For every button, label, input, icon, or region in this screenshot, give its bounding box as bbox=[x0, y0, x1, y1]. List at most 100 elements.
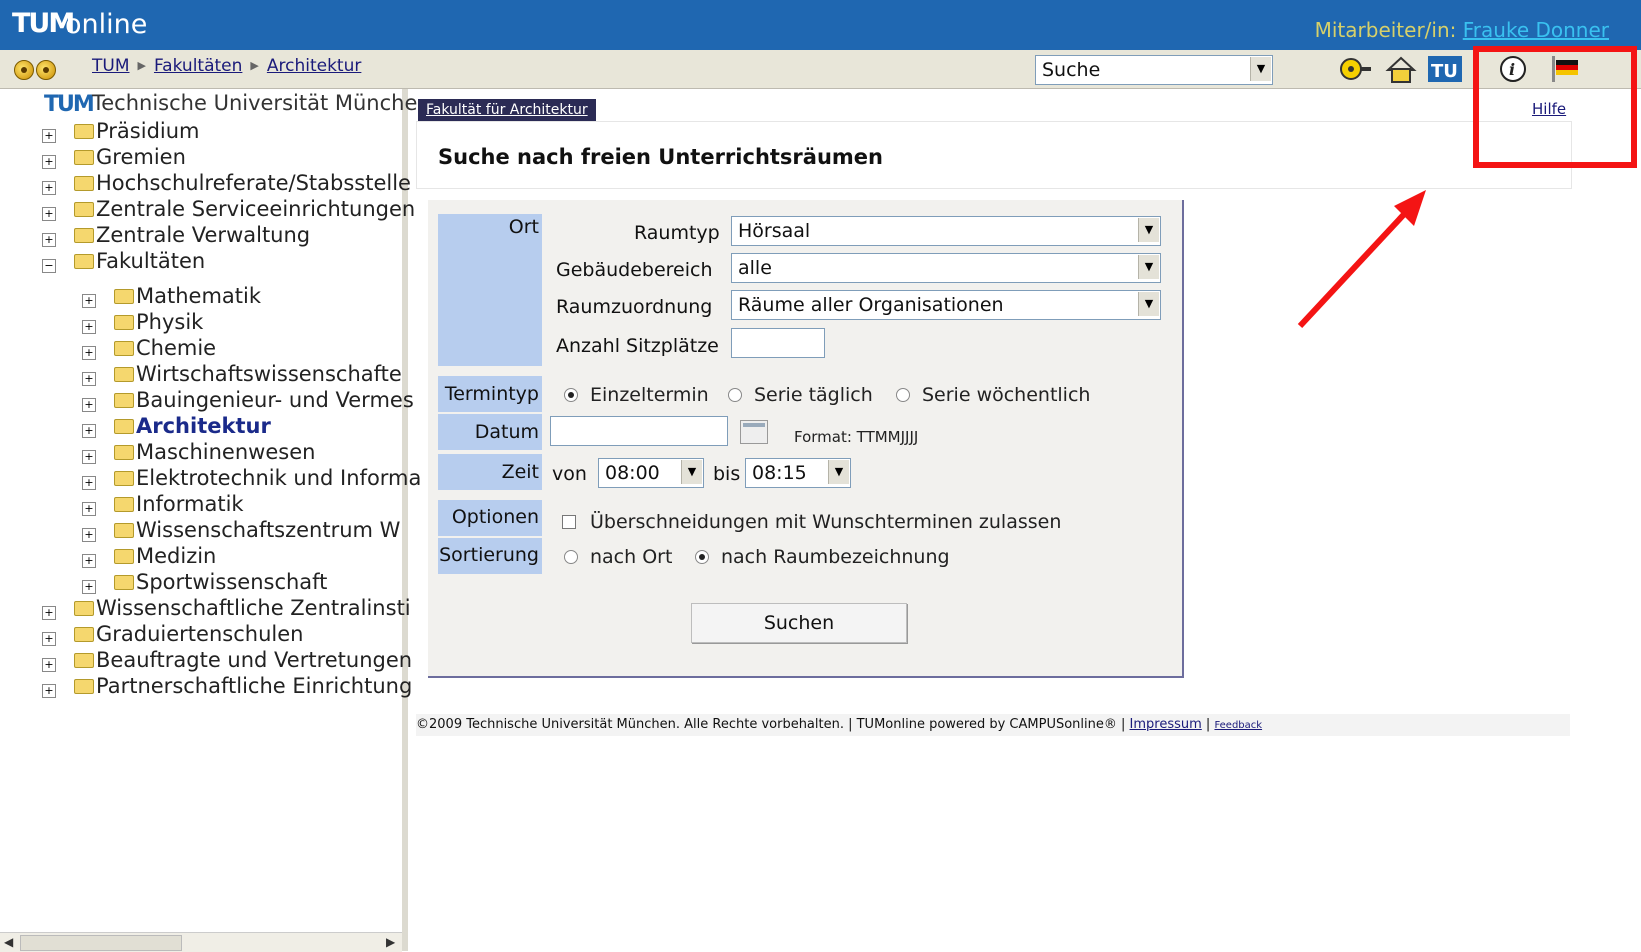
tree-item-partnerschaftliche[interactable]: Partnerschaftliche Einrichtung bbox=[74, 673, 412, 699]
faculty-tab[interactable]: Fakultät für Architektur bbox=[418, 99, 596, 121]
collapse-icon[interactable]: − bbox=[42, 259, 56, 273]
radio-serie-taeglich[interactable]: Serie täglich bbox=[728, 384, 873, 406]
tree-item-physik[interactable]: Physik bbox=[114, 309, 203, 335]
expand-icon[interactable]: + bbox=[42, 181, 56, 195]
breadcrumb-sep-icon: ▶ bbox=[137, 59, 146, 72]
folder-icon bbox=[74, 679, 94, 694]
radio-sort-ort[interactable]: nach Ort bbox=[564, 546, 672, 568]
impressum-link[interactable]: Impressum bbox=[1130, 717, 1202, 732]
expand-icon[interactable]: + bbox=[82, 502, 96, 516]
folder-icon bbox=[114, 289, 134, 304]
expand-icon[interactable]: + bbox=[42, 233, 56, 247]
search-submit-button[interactable]: Suchen bbox=[691, 603, 907, 643]
expand-icon[interactable]: + bbox=[82, 450, 96, 464]
tree-item-zentrale-service[interactable]: Zentrale Serviceeinrichtungen bbox=[74, 196, 415, 222]
chevron-down-icon[interactable]: ▼ bbox=[828, 460, 849, 484]
scrollbar-thumb[interactable] bbox=[20, 935, 182, 951]
expand-icon[interactable]: + bbox=[82, 476, 96, 490]
key-icon[interactable] bbox=[1339, 54, 1373, 86]
tree-item-sportwissenschaft[interactable]: Sportwissenschaft bbox=[114, 569, 327, 595]
raumzuordnung-label: Raumzuordnung bbox=[556, 296, 713, 318]
expand-icon[interactable]: + bbox=[82, 294, 96, 308]
radio-icon bbox=[564, 550, 578, 564]
tree-item-wissenschaftszentrum[interactable]: Wissenschaftszentrum W bbox=[114, 517, 400, 543]
calendar-icon[interactable] bbox=[740, 420, 768, 444]
chevron-down-icon[interactable]: ▼ bbox=[1138, 255, 1159, 279]
svg-text:TU: TU bbox=[1431, 61, 1458, 82]
tree-item-fakultaeten[interactable]: Fakultäten bbox=[74, 248, 205, 274]
zeit-bis-select[interactable]: 08:15 ▼ bbox=[745, 458, 851, 488]
expand-icon[interactable]: + bbox=[82, 346, 96, 360]
feedback-link[interactable]: Feedback bbox=[1214, 720, 1262, 731]
tree-item-hochschulreferate[interactable]: Hochschulreferate/Stabsstelle bbox=[74, 170, 411, 196]
raumtyp-select[interactable]: Hörsaal ▼ bbox=[731, 216, 1161, 246]
forward-icon[interactable] bbox=[36, 60, 56, 80]
expand-icon[interactable]: + bbox=[42, 155, 56, 169]
expand-icon[interactable]: + bbox=[82, 372, 96, 386]
radio-icon bbox=[695, 550, 709, 564]
expand-icon[interactable]: + bbox=[82, 580, 96, 594]
expand-icon[interactable]: + bbox=[42, 658, 56, 672]
breadcrumb-tum[interactable]: TUM bbox=[92, 56, 130, 76]
expand-icon[interactable]: + bbox=[82, 398, 96, 412]
tree-item-informatik[interactable]: Informatik bbox=[114, 491, 244, 517]
tree-item-elektrotechnik[interactable]: Elektrotechnik und Informa bbox=[114, 465, 421, 491]
breadcrumb-architektur[interactable]: Architektur bbox=[267, 56, 362, 76]
user-label: Mitarbeiter/in: bbox=[1314, 18, 1457, 42]
tree-item-chemie[interactable]: Chemie bbox=[114, 335, 216, 361]
expand-icon[interactable]: + bbox=[42, 684, 56, 698]
tree-item-mathematik[interactable]: Mathematik bbox=[114, 283, 261, 309]
section-zeit: Zeit bbox=[438, 454, 542, 490]
overlap-checkbox[interactable]: Überschneidungen mit Wunschterminen zula… bbox=[562, 511, 1061, 533]
chevron-down-icon[interactable]: ▼ bbox=[681, 460, 702, 484]
expand-icon[interactable]: + bbox=[42, 606, 56, 620]
expand-icon[interactable]: + bbox=[42, 129, 56, 143]
sitzplaetze-input[interactable] bbox=[731, 328, 825, 358]
zeit-bis-label: bis bbox=[713, 463, 741, 485]
tree-item-wirtschaft[interactable]: Wirtschaftswissenschafte bbox=[114, 361, 402, 387]
breadcrumb-sep-icon: ▶ bbox=[250, 59, 259, 72]
raumtyp-label: Raumtyp bbox=[634, 222, 720, 244]
tree-item-zentrale-verwaltung[interactable]: Zentrale Verwaltung bbox=[74, 222, 310, 248]
tree-item-bauingenieur[interactable]: Bauingenieur- und Vermes bbox=[114, 387, 414, 413]
folder-icon bbox=[114, 419, 134, 434]
datum-input[interactable] bbox=[550, 416, 728, 446]
scroll-right-icon[interactable]: ▶ bbox=[386, 935, 395, 949]
chevron-down-icon[interactable]: ▼ bbox=[1138, 218, 1159, 242]
tree-item-medizin[interactable]: Medizin bbox=[114, 543, 216, 569]
tree-item-gremien[interactable]: Gremien bbox=[74, 144, 186, 170]
tree-horizontal-scrollbar[interactable]: ◀ ▶ bbox=[0, 932, 402, 952]
expand-icon[interactable]: + bbox=[82, 320, 96, 334]
section-ort: Ort bbox=[438, 214, 542, 366]
tum-logo-icon[interactable]: TU bbox=[1428, 54, 1462, 86]
chevron-down-icon[interactable]: ▼ bbox=[1250, 57, 1271, 81]
tree-item-praesidium[interactable]: Präsidium bbox=[74, 118, 200, 144]
tree-item-graduiertenschulen[interactable]: Graduiertenschulen bbox=[74, 621, 303, 647]
expand-icon[interactable]: + bbox=[42, 632, 56, 646]
zeit-von-select[interactable]: 08:00 ▼ bbox=[598, 458, 704, 488]
folder-icon bbox=[74, 176, 94, 191]
tree-item-zentralinstitute[interactable]: Wissenschaftliche Zentralinsti bbox=[74, 595, 411, 621]
search-select[interactable]: Suche ▼ bbox=[1035, 55, 1273, 85]
expand-icon[interactable]: + bbox=[42, 207, 56, 221]
radio-serie-woechentlich[interactable]: Serie wöchentlich bbox=[896, 384, 1090, 406]
breadcrumb-fakultaeten[interactable]: Fakultäten bbox=[154, 56, 242, 76]
back-icon[interactable] bbox=[14, 60, 34, 80]
radio-sort-raumbezeichnung[interactable]: nach Raumbezeichnung bbox=[695, 546, 950, 568]
home-icon[interactable] bbox=[1384, 54, 1418, 86]
radio-einzeltermin[interactable]: Einzeltermin bbox=[564, 384, 709, 406]
scroll-left-icon[interactable]: ◀ bbox=[4, 935, 13, 949]
gebaeude-select[interactable]: alle ▼ bbox=[731, 253, 1161, 283]
expand-icon[interactable]: + bbox=[82, 554, 96, 568]
user-area: Mitarbeiter/in: Frauke Donner bbox=[1315, 18, 1609, 42]
tree-item-beauftragte[interactable]: Beauftragte und Vertretungen bbox=[74, 647, 412, 673]
tree-root-label[interactable]: Technische Universität Münche bbox=[92, 91, 417, 115]
tree-item-architektur[interactable]: Architektur bbox=[114, 413, 271, 439]
raumzuordnung-select[interactable]: Räume aller Organisationen ▼ bbox=[731, 290, 1161, 320]
user-name-link[interactable]: Frauke Donner bbox=[1463, 18, 1609, 42]
chevron-down-icon[interactable]: ▼ bbox=[1138, 292, 1159, 316]
expand-icon[interactable]: + bbox=[82, 528, 96, 542]
footer: ©2009 Technische Universität München. Al… bbox=[416, 714, 1570, 736]
tree-item-maschinenwesen[interactable]: Maschinenwesen bbox=[114, 439, 315, 465]
expand-icon[interactable]: + bbox=[82, 424, 96, 438]
